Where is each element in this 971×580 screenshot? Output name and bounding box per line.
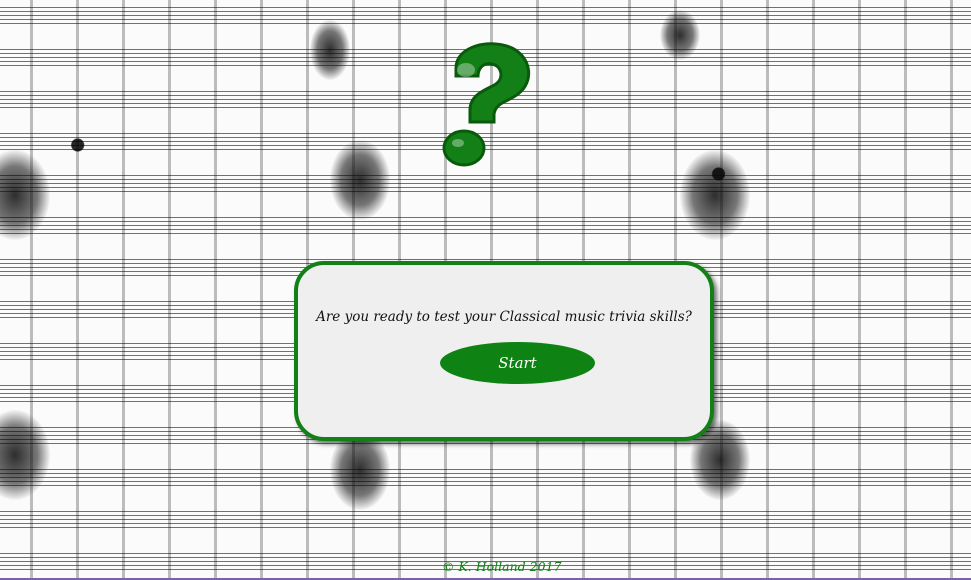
ink-blotch [330,140,390,220]
ink-blotch [330,430,390,510]
question-mark-icon [442,42,531,167]
start-card: Are you ready to test your Classical mus… [294,261,714,441]
start-button[interactable]: Start [440,342,595,384]
ink-blotch [310,20,350,80]
ink-blotch [680,150,750,240]
quiz-prompt: Are you ready to test your Classical mus… [316,309,692,325]
copyright-footer: © K. Holland 2017 [442,559,562,574]
ink-blotch [660,10,700,60]
